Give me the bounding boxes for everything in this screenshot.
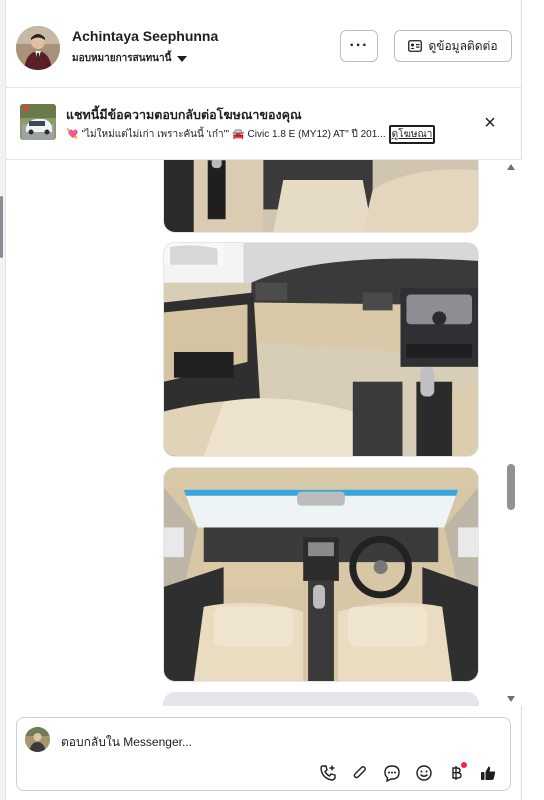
assign-label: มอบหมายการสนทนานี้ [72, 53, 172, 64]
car-dashboard-image [164, 243, 478, 456]
contact-card-icon [408, 40, 423, 52]
close-icon: × [484, 111, 496, 134]
message-thread[interactable] [6, 160, 522, 706]
phone-add-icon[interactable] [317, 762, 339, 784]
contact-info-button[interactable]: ดูข้อมูลติดต่อ [394, 30, 512, 62]
avatar[interactable] [16, 26, 60, 70]
more-options-button[interactable]: ··· [340, 30, 378, 62]
notification-dot [461, 762, 467, 768]
image-message[interactable] [163, 467, 479, 682]
car-emoji: 🚘 [232, 129, 245, 140]
car-cabin-front-image [164, 468, 478, 681]
resize-grip[interactable] [0, 196, 3, 258]
ad-summary: 💘 "ไม่ใหม่แต่ไม่เก่า เพราะคันนี้ 'เก๋า'"… [66, 125, 436, 144]
scroll-up-arrow-icon[interactable] [507, 164, 515, 170]
ad-thumbnail[interactable] [20, 104, 56, 140]
car-interior-console-image [164, 160, 478, 232]
reply-input[interactable]: ตอบกลับใน Messenger... [61, 733, 192, 752]
ad-text: "ไม่ใหม่แต่ไม่เก่า เพราะคันนี้ 'เก๋า'" [81, 129, 230, 140]
reply-composer: ตอบกลับใน Messenger... [16, 717, 511, 791]
banner-title: แชทนี้มีข้อความตอบกลับต่อโฆษณาของคุณ [66, 108, 302, 122]
image-message-loading[interactable] [163, 692, 479, 706]
ad-model: Civic 1.8 E (MY12) AT" ปี 201... [247, 129, 386, 140]
image-message[interactable] [163, 242, 479, 457]
emoji-icon[interactable] [413, 762, 435, 784]
conversation-header: Achintaya Seephunna มอบหมายการสนทนานี้ ·… [6, 0, 522, 88]
contact-name[interactable]: Achintaya Seephunna [72, 28, 218, 44]
heart-emoji: 💘 [66, 129, 79, 140]
image-message[interactable] [163, 160, 479, 233]
view-ad-link[interactable]: ดูโฆษณา [388, 125, 436, 144]
messenger-window: Achintaya Seephunna มอบหมายการสนทนานี้ ·… [0, 0, 522, 800]
attach-icon[interactable] [349, 762, 371, 784]
assign-conversation-dropdown[interactable]: มอบหมายการสนทนานี้ [72, 51, 188, 66]
ad-reply-banner: แชทนี้มีข้อความตอบกลับต่อโฆษณาของคุณ 💘 "… [6, 88, 522, 160]
thumbs-up-icon[interactable] [477, 762, 499, 784]
caret-down-icon [177, 55, 188, 62]
scroll-down-arrow-icon[interactable] [507, 696, 515, 702]
close-banner-button[interactable]: × [480, 111, 500, 134]
reply-bubble-icon[interactable] [381, 762, 403, 784]
scrollbar-thumb[interactable] [507, 464, 515, 510]
baht-icon[interactable] [445, 762, 467, 784]
page-avatar [25, 727, 50, 752]
thread-scrollbar[interactable] [504, 160, 518, 706]
contact-info-label: ดูข้อมูลติดต่อ [428, 38, 498, 53]
composer-toolbar [317, 762, 499, 784]
more-options-label: ··· [349, 37, 369, 54]
